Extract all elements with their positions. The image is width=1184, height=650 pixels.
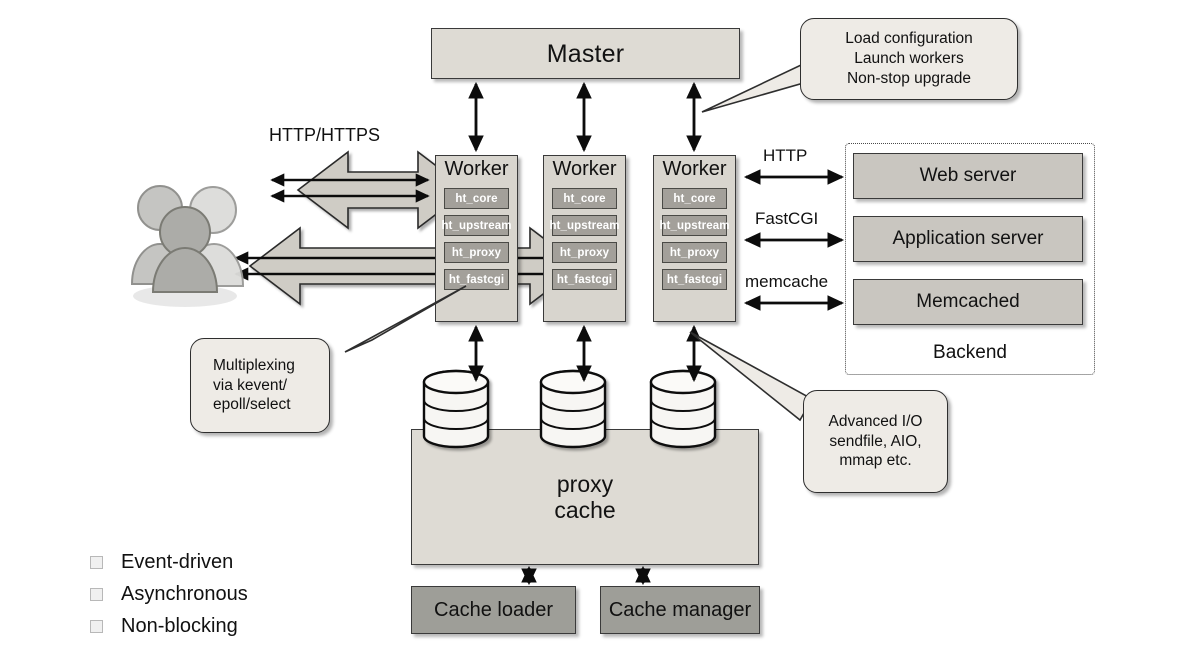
worker-module-ht-proxy[interactable]: ht_proxy xyxy=(552,242,617,263)
master-note-line-2: Launch workers xyxy=(854,50,964,68)
backend-item-label: Application server xyxy=(892,228,1044,250)
multiplexing-note-callout: Multiplexing via kevent/ epoll/select xyxy=(190,338,330,433)
master-label: Master xyxy=(546,39,625,68)
backend-item-label: Memcached xyxy=(916,291,1020,313)
master-note-line-3: Non-stop upgrade xyxy=(846,69,972,87)
worker-module-ht-upstream[interactable]: ht_upstream xyxy=(441,215,511,236)
worker-title: Worker xyxy=(552,158,617,180)
legend-item-label: Asynchronous xyxy=(121,582,248,605)
backend-group-label: Backend xyxy=(933,342,1007,363)
legend-bullet-icon xyxy=(90,555,103,569)
worker-module-ht-fastcgi[interactable]: ht_fastcgi xyxy=(552,269,617,290)
worker-process-1[interactable]: Worker ht_core ht_upstream ht_proxy ht_f… xyxy=(435,155,518,322)
io-note-line-2: sendfile, AIO, xyxy=(829,432,922,450)
worker-process-3[interactable]: Worker ht_core ht_upstream ht_proxy ht_f… xyxy=(653,155,736,322)
legend: Event-driven Asynchronous Non-blocking xyxy=(90,546,1184,642)
client-http-flow-arrows xyxy=(270,173,430,203)
backend-memcached-box[interactable]: Memcached xyxy=(853,279,1083,325)
memcache-protocol-label: memcache xyxy=(745,272,829,291)
legend-item-event-driven: Event-driven xyxy=(90,546,1184,578)
io-note-callout: Advanced I/O sendfile, AIO, mmap etc. xyxy=(803,390,948,493)
nginx-architecture-diagram: Master Worker ht_core ht_upstream ht_pro… xyxy=(0,0,1184,650)
proxy-cache-label-line1: proxy xyxy=(556,470,614,497)
backend-item-label: Web server xyxy=(919,165,1017,187)
http-protocol-label: HTTP xyxy=(763,146,808,165)
worker-title: Worker xyxy=(662,158,727,180)
legend-item-non-blocking: Non-blocking xyxy=(90,610,1184,642)
io-note-leader xyxy=(689,331,814,422)
backend-web-server-box[interactable]: Web server xyxy=(853,153,1083,199)
multiplexing-note-line-2: via kevent/ xyxy=(213,376,288,394)
backend-application-server-box[interactable]: Application server xyxy=(853,216,1083,262)
worker-module-ht-core[interactable]: ht_core xyxy=(444,188,509,209)
legend-item-label: Non-blocking xyxy=(121,614,238,637)
legend-bullet-icon xyxy=(90,619,103,633)
legend-bullet-icon xyxy=(90,587,103,601)
worker-module-ht-upstream[interactable]: ht_upstream xyxy=(549,215,619,236)
master-process-box[interactable]: Master xyxy=(431,28,740,79)
fastcgi-protocol-label: FastCGI xyxy=(755,209,819,228)
users-icon xyxy=(130,185,245,307)
client-protocol-label: HTTP/HTTPS xyxy=(269,125,380,145)
io-note-line-1: Advanced I/O xyxy=(828,412,923,430)
worker-module-ht-proxy[interactable]: ht_proxy xyxy=(444,242,509,263)
proxy-cache-box[interactable]: proxy cache xyxy=(411,429,759,565)
worker-module-ht-upstream[interactable]: ht_upstream xyxy=(659,215,729,236)
worker-module-ht-fastcgi[interactable]: ht_fastcgi xyxy=(662,269,727,290)
worker-module-ht-fastcgi[interactable]: ht_fastcgi xyxy=(444,269,509,290)
multiplexing-note-line-1: Multiplexing xyxy=(213,356,295,374)
io-note-line-3: mmap etc. xyxy=(839,452,912,470)
legend-item-asynchronous: Asynchronous xyxy=(90,578,1184,610)
legend-item-label: Event-driven xyxy=(121,550,234,573)
worker-process-2[interactable]: Worker ht_core ht_upstream ht_proxy ht_f… xyxy=(543,155,626,322)
master-note-line-1: Load configuration xyxy=(845,30,973,48)
worker-module-ht-core[interactable]: ht_core xyxy=(552,188,617,209)
master-note-callout: Load configuration Launch workers Non-st… xyxy=(800,18,1018,100)
multiplexing-note-line-3: epoll/select xyxy=(213,396,291,414)
worker-module-ht-proxy[interactable]: ht_proxy xyxy=(662,242,727,263)
worker-title: Worker xyxy=(444,158,509,180)
proxy-cache-label-line2: cache xyxy=(554,497,616,523)
worker-module-ht-core[interactable]: ht_core xyxy=(662,188,727,209)
client-fastcgi-arrow-shape xyxy=(248,226,582,306)
